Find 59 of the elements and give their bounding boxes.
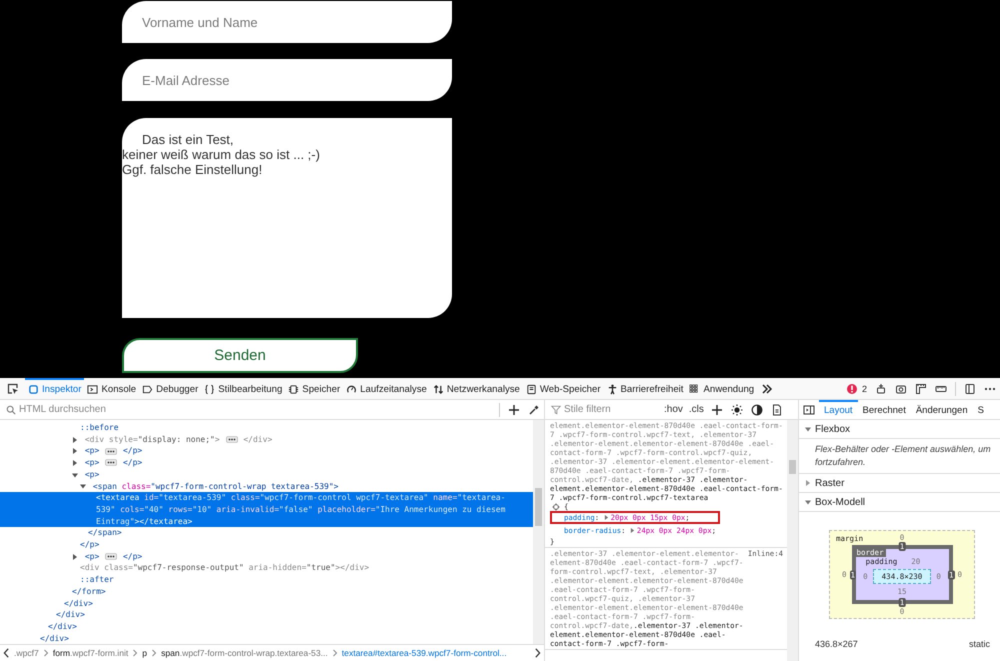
- markup-tag[interactable]: <span class="wpcf7-form-control-wrap textarea-539">: [92, 482, 338, 491]
- filter-field[interactable]: Stile filtern: [564, 404, 661, 415]
- search-field[interactable]: HTML durchsuchen: [19, 404, 495, 415]
- text-field[interactable]: E-Mail Adresse: [122, 59, 452, 101]
- sidebar-tab[interactable]: Änderungen: [910, 400, 973, 420]
- pseudo-element[interactable]: ::after: [80, 575, 114, 584]
- toggle-button[interactable]: :hov: [661, 404, 686, 415]
- message-text: keiner weiß warum das so ist ... ;-): [122, 147, 321, 162]
- markup-line[interactable]: <div class="wpcf7-response-output" aria-hidden="true"></div>: [0, 562, 533, 574]
- section-header[interactable]: Raster: [799, 474, 1000, 493]
- message-field[interactable]: Das ist ein Test, keiner weiß warum das so ist ... ;-) Ggf. falsche Einstellung!: [122, 118, 452, 318]
- markup-tag[interactable]: </form>: [72, 586, 106, 596]
- sidebar-tab[interactable]: S: [972, 400, 989, 420]
- devtools-tab[interactable]: Konsole: [84, 378, 140, 399]
- devtools-tab[interactable]: Inspektor: [25, 378, 84, 399]
- markup-tag[interactable]: </div>: [56, 610, 85, 620]
- sidebar-tab[interactable]: Layout: [819, 400, 858, 420]
- markup-tag[interactable]: </p>: [122, 446, 142, 456]
- devtools-tab[interactable]: Stilbearbeitung: [201, 378, 286, 399]
- section-title: Box-Modell: [815, 496, 866, 508]
- text-field[interactable]: Vorname und Name: [122, 1, 452, 43]
- devtools-tab[interactable]: Laufzeitanalyse: [343, 378, 430, 399]
- pseudo-element[interactable]: ::before: [80, 423, 119, 432]
- markup-tag[interactable]: </div>: [40, 634, 69, 643]
- breadcrumb[interactable]: span.wpcf7-form-control-wrap.textarea-53...: [159, 648, 330, 658]
- markup-tag[interactable]: <p>: [84, 458, 100, 468]
- error-count: 2: [862, 384, 867, 394]
- markup-tag[interactable]: <p>: [84, 552, 100, 561]
- sidebar-tab[interactable]: Berechnet: [858, 400, 911, 420]
- submit-button[interactable]: Senden: [122, 338, 358, 373]
- section-header[interactable]: Flexbox: [799, 420, 1000, 439]
- section-title: Raster: [815, 478, 844, 488]
- element-size: 436.8×267: [815, 639, 858, 649]
- markup-tag[interactable]: <p>: [84, 446, 100, 456]
- breadcrumb[interactable]: .wpcf7: [12, 648, 41, 658]
- markup-tag[interactable]: <p>: [84, 470, 100, 479]
- markup-tag[interactable]: <div style="display: none;">: [84, 434, 220, 444]
- markup-tag[interactable]: </p>: [80, 540, 100, 550]
- markup-tag[interactable]: </div>: [48, 622, 77, 631]
- markup-tag[interactable]: </span>: [88, 528, 122, 538]
- devtools-tab[interactable]: Anwendung: [686, 378, 758, 399]
- message-text: Das ist ein Test,: [141, 132, 235, 147]
- markup-tag[interactable]: </div>: [64, 598, 93, 608]
- position-value: static: [968, 639, 990, 649]
- devtools-tab[interactable]: Netzwerkanalyse: [430, 378, 523, 399]
- section-header[interactable]: Box-Modell: [799, 493, 1000, 512]
- devtools-tab[interactable]: Web-Speicher: [522, 378, 604, 399]
- message-text: Ggf. falsche Einstellung!: [122, 162, 264, 177]
- toggle-button[interactable]: .cls: [686, 404, 707, 415]
- section-title: Flexbox: [815, 424, 850, 434]
- devtools-tab[interactable]: Speicher: [285, 378, 344, 399]
- markup-tag[interactable]: </p>: [122, 458, 142, 468]
- devtools-tab[interactable]: Debugger: [139, 378, 202, 399]
- breadcrumb[interactable]: textarea#textarea-539.wpcf7-form-control...: [340, 648, 509, 658]
- breadcrumb[interactable]: p: [140, 648, 150, 658]
- breadcrumb[interactable]: form.wpcf7-form.init: [50, 648, 130, 658]
- hint-text: Flex-Behälter oder -Element auswählen, um fortzufahren.: [799, 439, 1000, 474]
- devtools-tab[interactable]: Barrierefreiheit: [604, 378, 686, 399]
- markup-tag[interactable]: </p>: [122, 552, 142, 561]
